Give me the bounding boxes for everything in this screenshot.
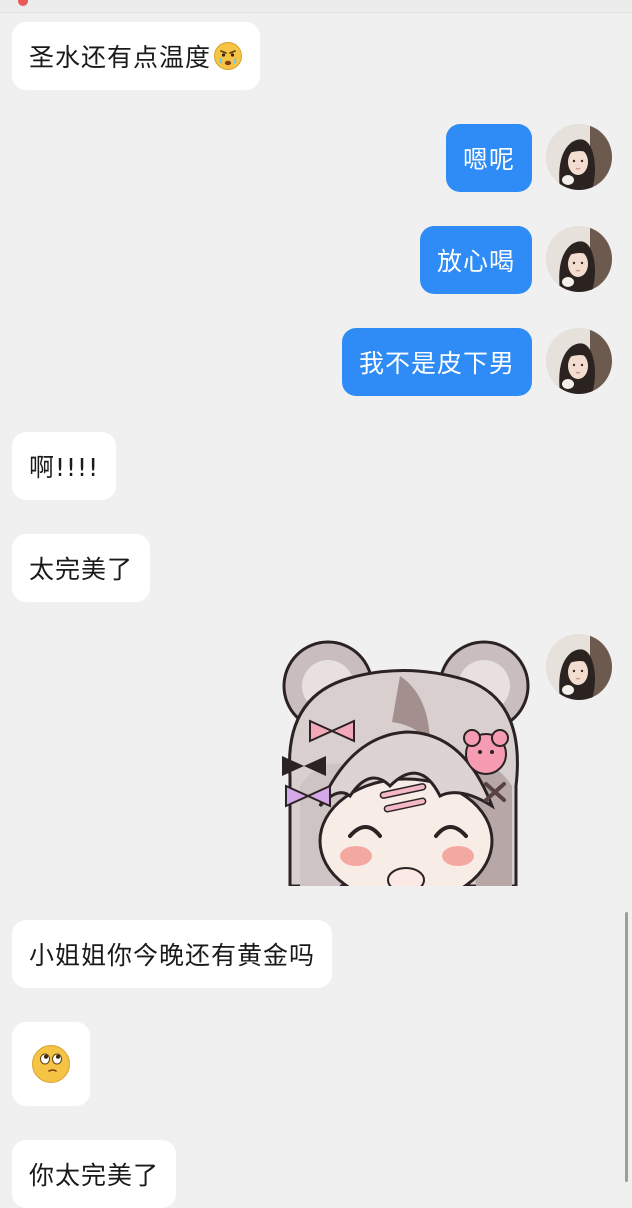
incoming-message-bubble[interactable]: 圣水还有点温度	[12, 22, 261, 90]
user-avatar[interactable]	[546, 124, 612, 190]
incoming-message-bubble[interactable]: 太完美了	[12, 534, 151, 602]
incoming-message-bubble[interactable]: 啊!!!!	[12, 432, 117, 500]
incoming-message-bubble[interactable]: 小姐姐你今晚还有黄金吗	[12, 920, 333, 988]
user-avatar-photo-icon	[546, 328, 612, 394]
message-text: 圣水还有点温度	[29, 43, 212, 72]
user-avatar-photo-icon	[546, 226, 612, 292]
user-avatar[interactable]	[546, 226, 612, 292]
message-text: 你太完美了	[29, 1161, 160, 1190]
bear-girl-sticker-icon	[282, 640, 530, 886]
chat-message-list[interactable]: 圣水还有点温度 嗯呢 放心喝 我不是皮下男 啊!!!! 太完美了 小姐姐你今晚还…	[0, 0, 632, 1208]
user-avatar[interactable]	[546, 328, 612, 394]
incoming-emoji-message[interactable]	[12, 1022, 90, 1106]
user-avatar-photo-icon	[546, 634, 612, 700]
message-text: 太完美了	[29, 555, 134, 584]
chat-scrollbar[interactable]	[625, 912, 628, 1182]
crying-face-emoji-icon	[214, 42, 243, 70]
sticker-message[interactable]	[280, 636, 532, 886]
message-text: 放心喝	[436, 247, 515, 276]
outgoing-message-bubble[interactable]: 嗯呢	[445, 124, 532, 192]
message-text: 我不是皮下男	[358, 349, 515, 378]
incoming-message-bubble[interactable]: 你太完美了	[12, 1140, 177, 1208]
message-text: 小姐姐你今晚还有黄金吗	[29, 941, 316, 970]
message-text: 啊!!!!	[29, 453, 100, 482]
outgoing-message-bubble[interactable]: 放心喝	[419, 226, 532, 294]
message-text: 嗯呢	[462, 145, 515, 174]
user-avatar-photo-icon	[546, 124, 612, 190]
eye-roll-face-emoji-icon	[32, 1045, 70, 1083]
user-avatar[interactable]	[546, 634, 612, 700]
outgoing-message-bubble[interactable]: 我不是皮下男	[341, 328, 532, 396]
